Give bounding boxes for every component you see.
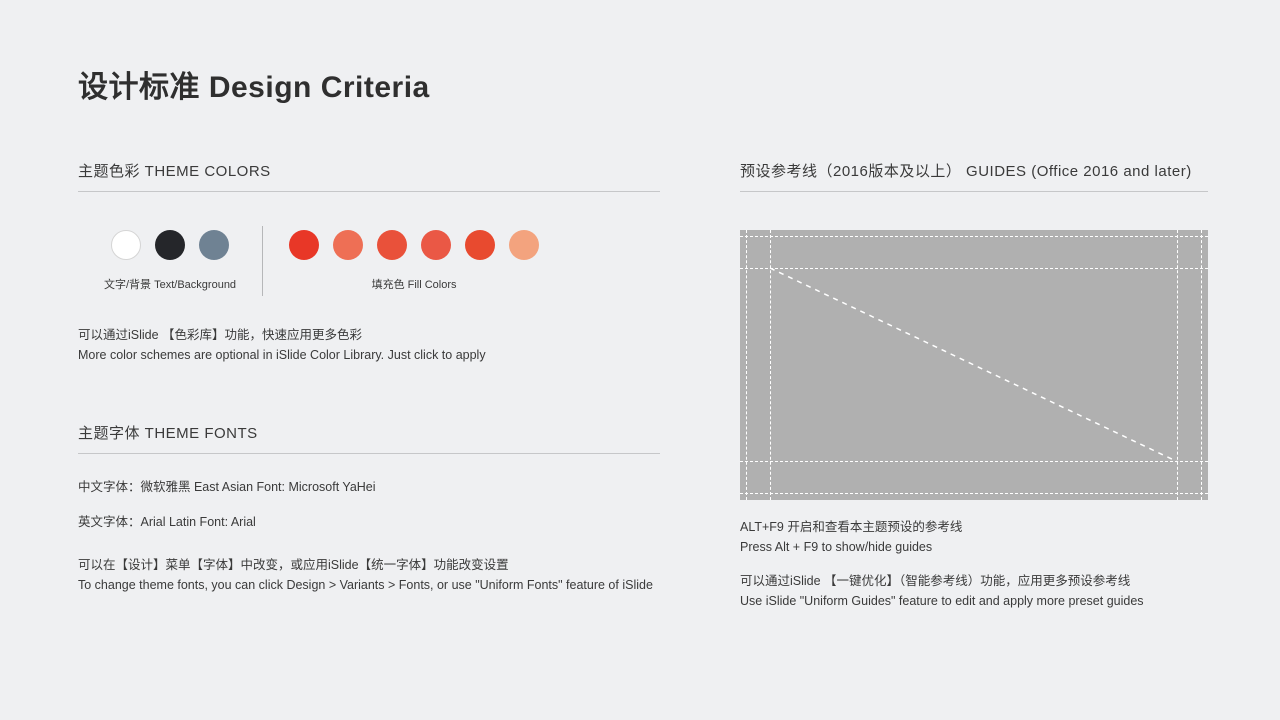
theme-colors-heading: 主题色彩 THEME COLORS	[78, 160, 660, 192]
swatch-fill-5	[465, 230, 495, 260]
guides-preview	[740, 230, 1208, 500]
text-bg-label: 文字/背景 Text/Background	[104, 276, 236, 292]
page-title: 设计标准 Design Criteria	[78, 62, 430, 106]
right-column: 预设参考线（2016版本及以上） GUIDES (Office 2016 and…	[740, 160, 1208, 610]
left-column: 主题色彩 THEME COLORS 文字/背景 Text/Background	[78, 160, 660, 594]
swatch-fill-4	[421, 230, 451, 260]
swatch-fill-3	[377, 230, 407, 260]
fill-label: 填充色 Fill Colors	[372, 276, 457, 292]
vertical-divider	[262, 226, 263, 296]
color-note-en: More color schemes are optional in iSlid…	[78, 346, 660, 364]
theme-fonts-section: 主题字体 THEME FONTS 中文字体：微软雅黑 East Asian Fo…	[78, 422, 660, 594]
guides-heading: 预设参考线（2016版本及以上） GUIDES (Office 2016 and…	[740, 160, 1208, 192]
guide-diagonal	[740, 230, 1208, 500]
theme-fonts-heading: 主题字体 THEME FONTS	[78, 422, 660, 454]
swatch-text-bg-1	[111, 230, 141, 260]
guides-note2-zh: 可以通过iSlide 【一键优化】（智能参考线）功能，应用更多预设参考线	[740, 572, 1208, 590]
swatch-fill-2	[333, 230, 363, 260]
fill-swatches	[289, 230, 539, 260]
swatch-fill-1	[289, 230, 319, 260]
swatch-area: 文字/背景 Text/Background 填充色 Fill Colors	[78, 230, 660, 296]
font-note-en: To change theme fonts, you can click Des…	[78, 576, 660, 594]
swatch-fill-6	[509, 230, 539, 260]
guides-note2-en: Use iSlide "Uniform Guides" feature to e…	[740, 592, 1208, 610]
theme-colors-section: 主题色彩 THEME COLORS 文字/背景 Text/Background	[78, 160, 660, 364]
color-note-zh: 可以通过iSlide 【色彩库】功能，快速应用更多色彩	[78, 326, 660, 344]
fill-group: 填充色 Fill Colors	[289, 230, 539, 292]
guides-note1-zh: ALT+F9 开启和查看本主题预设的参考线	[740, 518, 1208, 536]
text-bg-swatches	[111, 230, 229, 260]
guides-note1-en: Press Alt + F9 to show/hide guides	[740, 538, 1208, 556]
font-note-zh: 可以在【设计】菜单【字体】中改变，或应用iSlide【统一字体】功能改变设置	[78, 556, 660, 574]
text-bg-group: 文字/背景 Text/Background	[104, 230, 236, 292]
font-line-cn: 中文字体：微软雅黑 East Asian Font: Microsoft YaH…	[78, 476, 660, 495]
swatch-text-bg-3	[199, 230, 229, 260]
swatch-text-bg-2	[155, 230, 185, 260]
font-line-en: 英文字体：Arial Latin Font: Arial	[78, 511, 660, 530]
